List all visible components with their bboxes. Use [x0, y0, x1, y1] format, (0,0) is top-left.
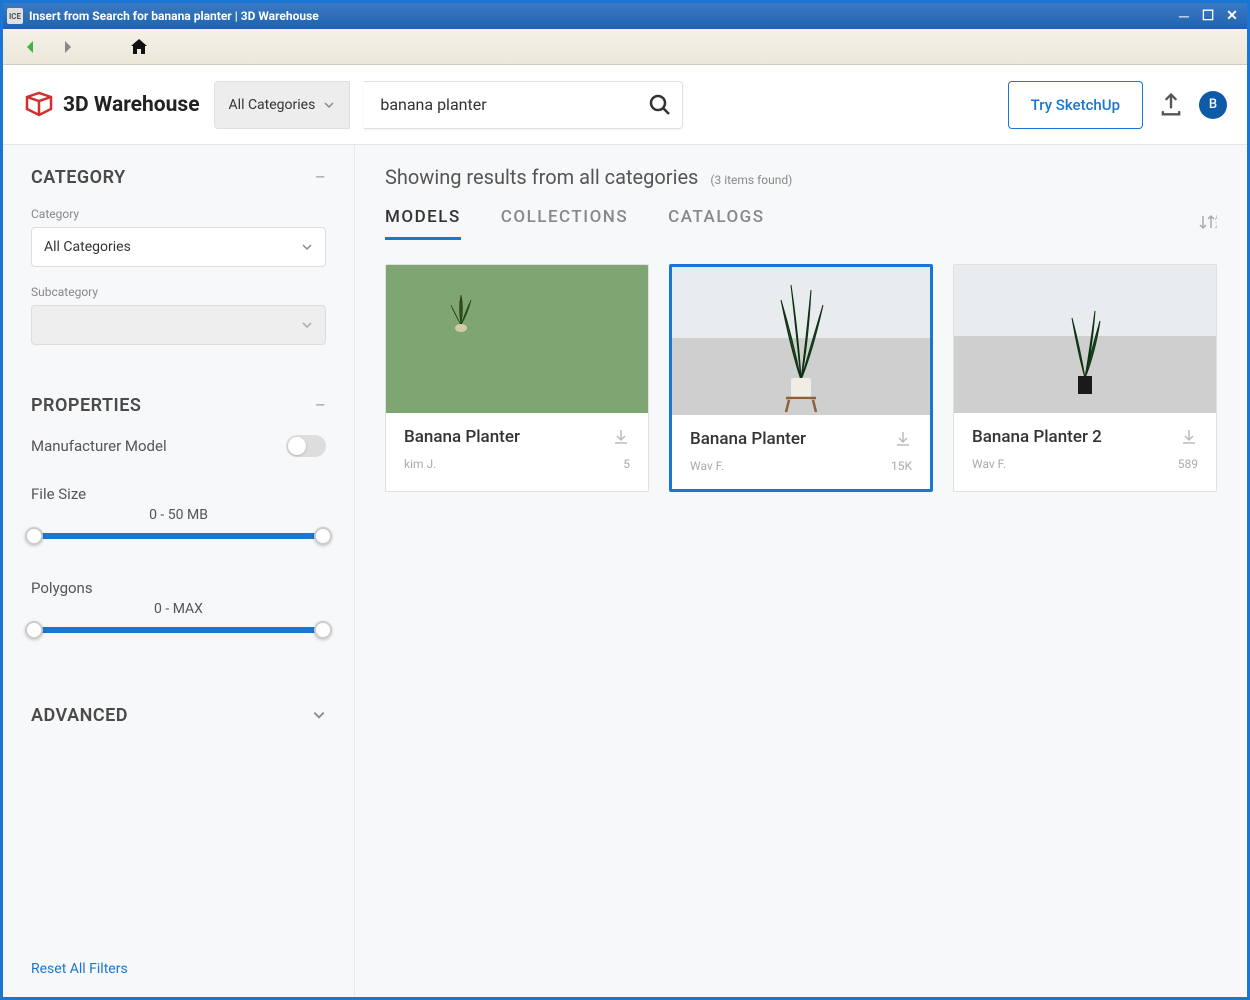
search-wrap: [364, 81, 682, 129]
category-select-value: All Categories: [44, 239, 131, 255]
model-author: kim J.: [404, 457, 436, 471]
category-dropdown[interactable]: All Categories: [214, 81, 351, 129]
polygons-label: Polygons: [31, 579, 326, 597]
cards-grid: Banana Planter kim J. 5: [385, 264, 1217, 492]
polygons-handle-min[interactable]: [25, 621, 43, 639]
logo-icon: [23, 89, 55, 121]
polygons-handle-max[interactable]: [314, 621, 332, 639]
file-size-value: 0 - 50 MB: [31, 507, 326, 523]
model-views: 5: [623, 457, 630, 471]
polygons-slider[interactable]: [31, 627, 326, 633]
forward-button[interactable]: [57, 37, 77, 57]
properties-section-title: PROPERTIES: [31, 395, 141, 416]
svg-text:Z: Z: [1215, 222, 1217, 230]
manufacturer-toggle-label: Manufacturer Model: [31, 437, 167, 455]
file-size-slider[interactable]: [31, 533, 326, 539]
tabs: MODELS COLLECTIONS CATALOGS: [385, 207, 765, 240]
minimize-button[interactable]: ─: [1173, 7, 1195, 25]
tab-catalogs[interactable]: CATALOGS: [668, 207, 764, 240]
download-icon[interactable]: [894, 430, 912, 448]
content: Showing results from all categories (3 i…: [355, 145, 1247, 997]
upload-icon[interactable]: [1157, 91, 1185, 119]
category-field-label: Category: [31, 207, 326, 221]
results-title: Showing results from all categories: [385, 165, 698, 189]
sidebar: CATEGORY − Category All Categories Subca…: [3, 145, 355, 997]
chevron-down-icon: [323, 99, 335, 111]
reset-filters-link[interactable]: Reset All Filters: [31, 921, 326, 977]
tab-collections[interactable]: COLLECTIONS: [501, 207, 628, 240]
model-title: Banana Planter: [690, 429, 806, 449]
file-size-handle-max[interactable]: [314, 527, 332, 545]
download-icon[interactable]: [612, 428, 630, 446]
subcategory-field-label: Subcategory: [31, 285, 326, 299]
advanced-section-title: ADVANCED: [31, 705, 128, 726]
file-size-label: File Size: [31, 485, 326, 503]
logo[interactable]: 3D Warehouse: [23, 89, 200, 121]
collapse-properties-icon[interactable]: −: [315, 393, 326, 417]
manufacturer-toggle[interactable]: [286, 435, 326, 457]
collapse-category-icon[interactable]: −: [315, 165, 326, 189]
model-thumbnail: [386, 265, 648, 413]
category-dropdown-label: All Categories: [229, 97, 316, 113]
chevron-down-icon: [301, 319, 313, 331]
back-button[interactable]: [21, 37, 41, 57]
chevron-down-icon: [301, 241, 313, 253]
results-count: (3 items found): [710, 173, 792, 187]
expand-advanced-icon[interactable]: [312, 703, 326, 727]
app-icon: ICE: [7, 8, 23, 24]
model-card[interactable]: Banana Planter Wav F. 15K: [669, 264, 933, 492]
file-size-handle-min[interactable]: [25, 527, 43, 545]
logo-text: 3D Warehouse: [63, 93, 200, 117]
model-thumbnail: [954, 265, 1216, 413]
nav-toolbar: [3, 29, 1247, 65]
model-card[interactable]: Banana Planter kim J. 5: [385, 264, 649, 492]
download-icon[interactable]: [1180, 428, 1198, 446]
model-author: Wav F.: [690, 459, 724, 473]
model-thumbnail: [672, 267, 930, 415]
model-views: 589: [1178, 457, 1198, 471]
subcategory-select[interactable]: [31, 305, 326, 345]
model-author: Wav F.: [972, 457, 1006, 471]
titlebar: ICE Insert from Search for banana plante…: [3, 3, 1247, 29]
svg-text:A: A: [1215, 214, 1217, 222]
polygons-value: 0 - MAX: [31, 601, 326, 617]
model-title: Banana Planter: [404, 427, 520, 447]
close-button[interactable]: ✕: [1221, 7, 1243, 25]
model-title: Banana Planter 2: [972, 427, 1102, 447]
category-section-title: CATEGORY: [31, 167, 126, 188]
window-title: Insert from Search for banana planter | …: [29, 9, 319, 23]
model-views: 15K: [891, 459, 912, 473]
search-input[interactable]: [374, 95, 647, 114]
model-card[interactable]: Banana Planter 2 Wav F. 589: [953, 264, 1217, 492]
try-sketchup-button[interactable]: Try SketchUp: [1008, 81, 1143, 129]
header-bar: 3D Warehouse All Categories Try SketchUp…: [3, 65, 1247, 145]
search-icon[interactable]: [648, 93, 672, 117]
avatar[interactable]: B: [1199, 91, 1227, 119]
category-select[interactable]: All Categories: [31, 227, 326, 267]
tab-models[interactable]: MODELS: [385, 207, 461, 240]
maximize-button[interactable]: ☐: [1197, 7, 1219, 25]
home-button[interactable]: [129, 37, 149, 57]
sort-button[interactable]: AZ: [1197, 212, 1217, 236]
